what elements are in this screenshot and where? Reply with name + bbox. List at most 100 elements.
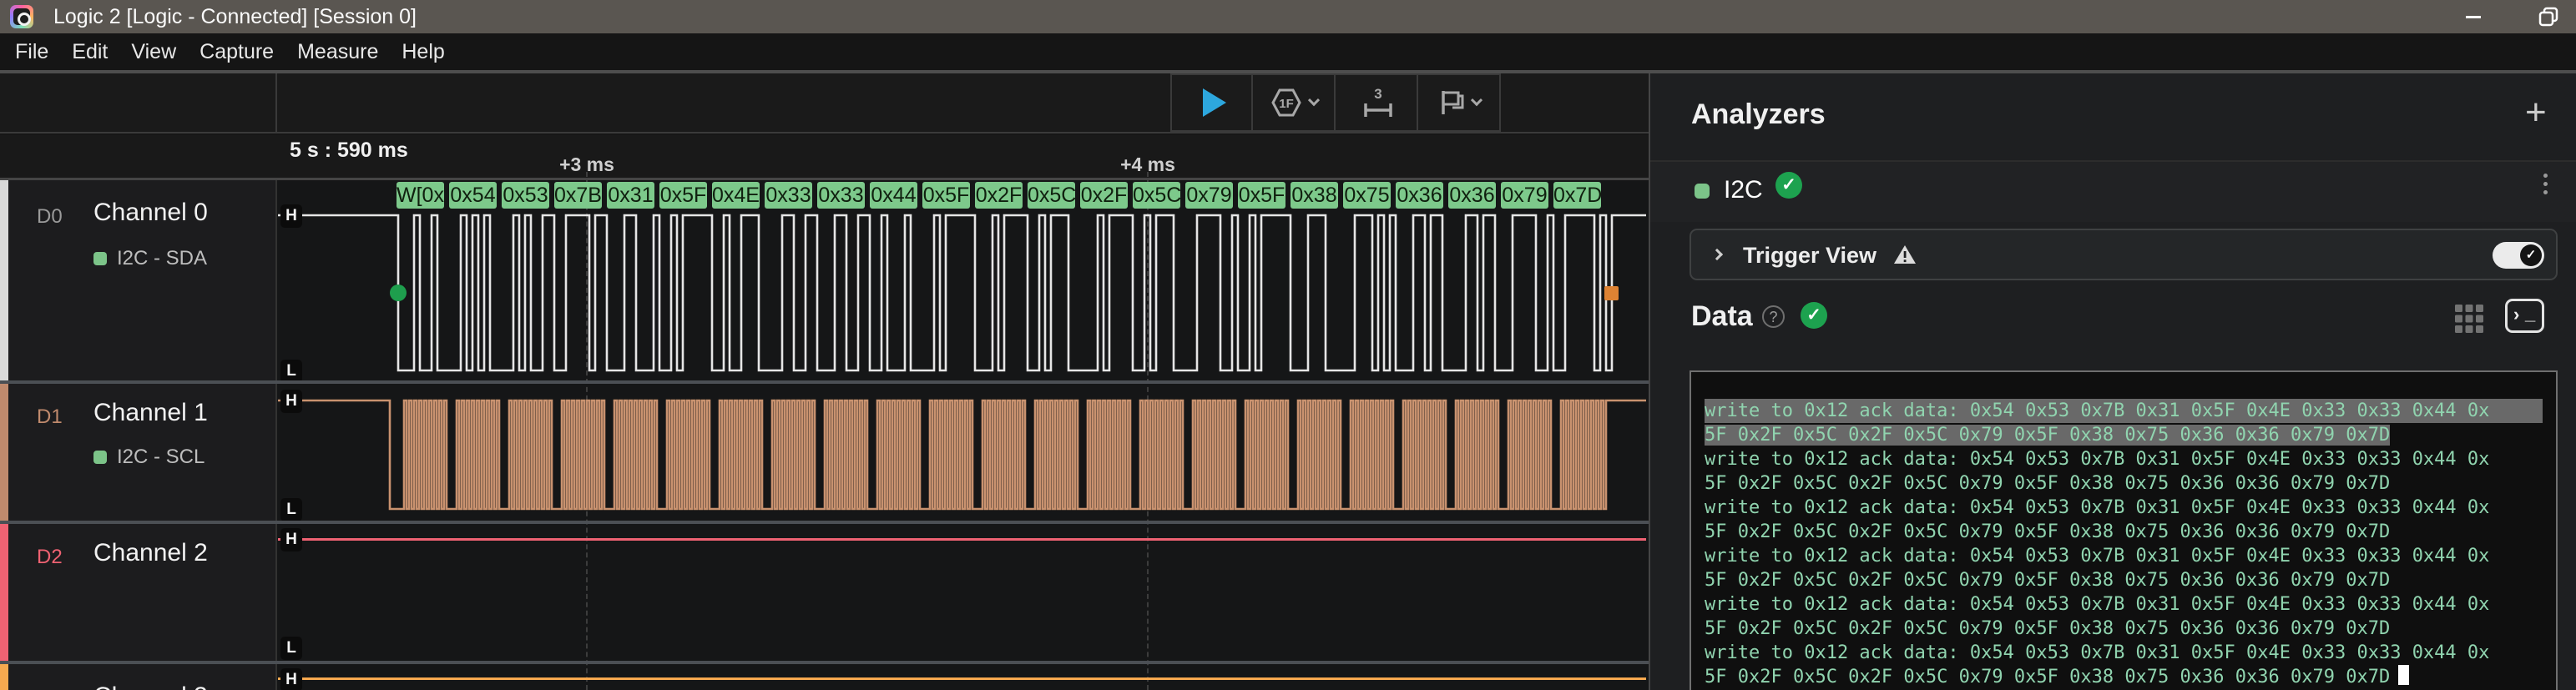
i2c-byte-annotation[interactable]: W[0x <box>397 182 444 209</box>
label-column-separator <box>275 180 277 690</box>
toolbar-button-group: 1F 3 <box>1170 73 1501 132</box>
menu-item-view[interactable]: View <box>119 33 188 70</box>
channel1-name: Channel 1 <box>93 399 208 427</box>
data-entry-line[interactable]: 5F 0x2F 0x5C 0x2F 0x5C 0x79 0x5F 0x38 0x… <box>1705 665 2543 689</box>
i2c-byte-annotation[interactable]: 0x5C <box>1133 182 1180 209</box>
channel3-waveform <box>278 677 1646 680</box>
play-icon <box>1203 88 1226 117</box>
menu-item-capture[interactable]: Capture <box>188 33 285 70</box>
analyzer-color-swatch <box>1695 184 1710 199</box>
restore-icon <box>2538 6 2559 28</box>
data-entry-line[interactable]: 5F 0x2F 0x5C 0x2F 0x5C 0x79 0x5F 0x38 0x… <box>1705 520 2543 544</box>
i2c-byte-annotation[interactable]: 0x7D <box>1553 182 1601 209</box>
i2c-byte-annotation[interactable]: 0x79 <box>1185 182 1233 209</box>
i2c-byte-annotation[interactable]: 0x79 <box>1501 182 1548 209</box>
data-entry-line[interactable]: write to 0x12 ack data: 0x54 0x53 0x7B 0… <box>1705 592 2543 617</box>
i2c-byte-annotation[interactable]: 0x44 <box>870 182 917 209</box>
i2c-byte-annotation[interactable]: 0x75 <box>1343 182 1391 209</box>
i2c-byte-annotation[interactable]: 0x5C <box>1028 182 1075 209</box>
channel0-high-marker: H <box>280 204 302 228</box>
i2c-byte-annotation[interactable]: 0x38 <box>1291 182 1338 209</box>
console-cursor <box>2398 665 2409 685</box>
channel-divider <box>0 521 1649 524</box>
trigger-view-label: Trigger View <box>1743 243 1876 269</box>
channel3-color-strip <box>0 664 8 690</box>
app-logo-icon <box>10 5 33 28</box>
i2c-byte-annotation[interactable]: 0x53 <box>502 182 549 209</box>
analyzers-section-title: Analyzers <box>1691 98 1826 131</box>
i2c-byte-annotation[interactable]: 0x4E <box>712 182 760 209</box>
analyzer-row-i2c[interactable]: I2C ✓ <box>1650 162 2576 222</box>
i2c-byte-annotation[interactable]: 0x33 <box>765 182 812 209</box>
warning-icon <box>1893 244 1917 265</box>
data-entry-line[interactable]: 5F 0x2F 0x5C 0x2F 0x5C 0x79 0x5F 0x38 0x… <box>1705 471 2543 496</box>
data-entry-line[interactable]: 5F 0x2F 0x5C 0x2F 0x5C 0x79 0x5F 0x38 0x… <box>1705 568 2543 592</box>
svg-text:1F: 1F <box>1279 97 1294 111</box>
channel0-analyzer-label: I2C - SDA <box>117 247 207 270</box>
i2c-byte-annotation[interactable]: 0x33 <box>817 182 865 209</box>
channel2-id: D2 <box>37 546 63 569</box>
analyzer-name: I2C <box>1724 176 1763 204</box>
menu-item-help[interactable]: Help <box>390 33 456 70</box>
minimize-button[interactable] <box>2449 0 2498 33</box>
i2c-byte-annotation[interactable]: 0x5F <box>922 182 970 209</box>
restore-button[interactable] <box>2524 0 2573 33</box>
i2c-byte-annotation[interactable]: 0x31 <box>607 182 654 209</box>
i2c-byte-annotation[interactable]: 0x54 <box>449 182 497 209</box>
i2c-byte-annotation[interactable]: 0x2F <box>1080 182 1128 209</box>
chevron-down-icon <box>1307 94 1319 106</box>
channel2-name: Channel 2 <box>93 539 208 567</box>
analyzer-menu-button[interactable] <box>2543 174 2548 194</box>
trigger-view-toggle[interactable]: ✓ <box>2493 242 2544 269</box>
menu-item-measure[interactable]: Measure <box>285 33 390 70</box>
timeline-ruler[interactable] <box>0 135 1649 180</box>
terminal-view-icon[interactable]: ›_ <box>2505 299 2544 333</box>
data-entry-line[interactable]: write to 0x12 ack data: 0x54 0x53 0x7B 0… <box>1705 399 2543 423</box>
menu-item-edit[interactable]: Edit <box>60 33 119 70</box>
hex-radix-icon: 1F <box>1270 87 1303 118</box>
data-console[interactable]: write to 0x12 ack data: 0x54 0x53 0x7B 0… <box>1690 370 2558 690</box>
channel0-color-strip <box>0 180 8 380</box>
data-section-title: Data <box>1691 300 1753 333</box>
channel2-waveform <box>278 538 1646 541</box>
side-panel: Analyzers + I2C ✓ Trigger View ✓ Data ? … <box>1649 73 2576 690</box>
i2c-byte-annotation[interactable]: 0x7B <box>554 182 602 209</box>
svg-text:3: 3 <box>1374 86 1381 102</box>
timing-markers-icon: 3 <box>1360 86 1393 119</box>
display-radix-button[interactable]: 1F <box>1253 73 1336 132</box>
data-entry-line[interactable]: write to 0x12 ack data: 0x54 0x53 0x7B 0… <box>1705 544 2543 568</box>
label-column-separator <box>275 73 277 133</box>
channel0-low-marker: L <box>280 360 302 383</box>
channel3-high-marker: H <box>280 668 302 690</box>
start-capture-button[interactable] <box>1170 73 1253 132</box>
i2c-byte-annotation[interactable]: 0x36 <box>1396 182 1443 209</box>
channel-divider <box>0 380 1649 384</box>
add-analyzer-button[interactable]: + <box>2525 92 2547 133</box>
data-entry-line[interactable]: write to 0x12 ack data: 0x54 0x53 0x7B 0… <box>1705 447 2543 471</box>
channel2-high-marker: H <box>280 528 302 551</box>
data-entry-line[interactable]: write to 0x12 ack data: 0x54 0x53 0x7B 0… <box>1705 496 2543 520</box>
title-bar: Logic 2 [Logic - Connected] [Session 0] <box>0 0 2576 33</box>
data-entry-line[interactable]: write to 0x12 ack data: 0x54 0x53 0x7B 0… <box>1705 641 2543 665</box>
data-entry-line[interactable]: 5F 0x2F 0x5C 0x2F 0x5C 0x79 0x5F 0x38 0x… <box>1705 423 2543 447</box>
i2c-byte-annotation[interactable]: 0x5F <box>659 182 707 209</box>
channel1-high-marker: H <box>280 390 302 413</box>
timeline-absolute-time: 5 s : 590 ms <box>290 139 408 163</box>
i2c-byte-annotation[interactable]: 0x36 <box>1448 182 1496 209</box>
i2c-byte-annotation[interactable]: 0x5F <box>1238 182 1285 209</box>
table-view-icon[interactable] <box>2454 304 2484 334</box>
annotations-button[interactable] <box>1418 73 1501 132</box>
data-entry-line[interactable]: 5F 0x2F 0x5C 0x2F 0x5C 0x79 0x5F 0x38 0x… <box>1705 617 2543 641</box>
menu-item-file[interactable]: File <box>3 33 60 70</box>
i2c-stop-marker <box>1604 286 1619 300</box>
channel1-analyzer-swatch <box>93 451 107 464</box>
channel1-low-marker: L <box>280 498 302 521</box>
minimize-icon <box>2466 16 2481 18</box>
help-icon[interactable]: ? <box>1762 305 1785 328</box>
i2c-byte-annotation[interactable]: 0x2F <box>975 182 1023 209</box>
data-ok-icon: ✓ <box>1801 302 1827 329</box>
window-title: Logic 2 [Logic - Connected] [Session 0] <box>53 5 417 29</box>
trigger-view-panel[interactable]: Trigger View ✓ <box>1690 229 2558 280</box>
channel0-name: Channel 0 <box>93 199 208 227</box>
timing-markers-button[interactable]: 3 <box>1336 73 1418 132</box>
